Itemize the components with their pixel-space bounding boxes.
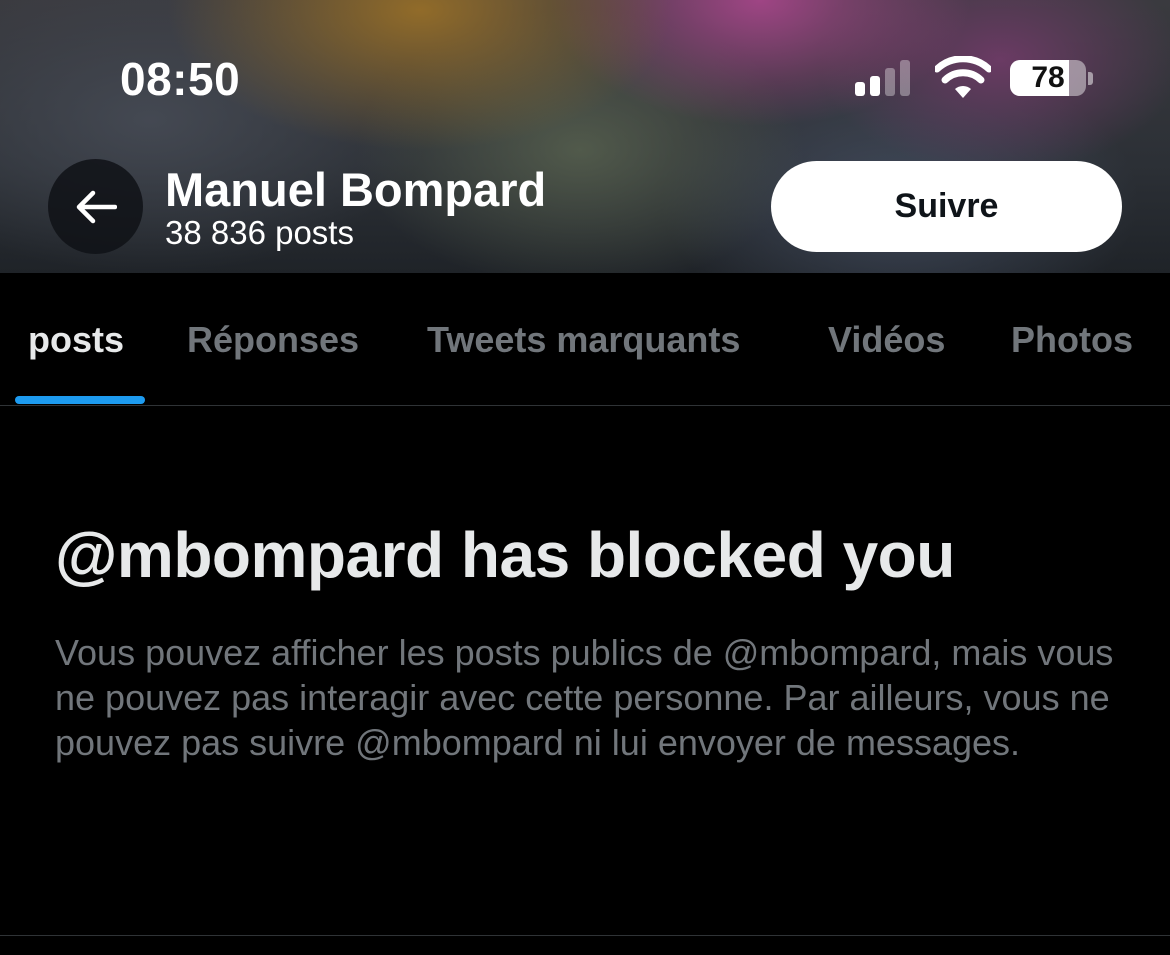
tab-reponses[interactable]: Réponses [187,319,359,361]
blocked-description: Vous pouvez afficher les posts publics d… [55,632,1114,763]
tab-tweets-marquants[interactable]: Tweets marquants [427,319,740,361]
tab-videos[interactable]: Vidéos [828,319,945,361]
tab-posts[interactable]: posts [28,319,124,361]
wifi-icon [935,56,991,98]
arrow-left-icon [76,190,117,223]
status-time: 08:50 [120,53,241,105]
active-tab-indicator [15,396,145,404]
cellular-signal-icon [855,60,915,96]
back-button[interactable] [48,159,143,254]
follow-button[interactable]: Suivre [771,161,1122,252]
battery-cap [1088,72,1093,85]
profile-tabs: posts Réponses Tweets marquants Vidéos P… [0,273,1170,406]
tab-photos[interactable]: Photos [1011,319,1133,361]
profile-header: 08:50 78 Manuel Bompard 38 836 posts Sui… [0,0,1170,273]
profile-name: Manuel Bompard [165,163,547,216]
divider [0,935,1170,936]
post-count: 38 836 posts [165,214,354,251]
blocked-title: @mbompard has blocked you [55,519,955,591]
battery-icon: 78 [1010,60,1086,96]
battery-percent: 78 [1031,61,1065,94]
